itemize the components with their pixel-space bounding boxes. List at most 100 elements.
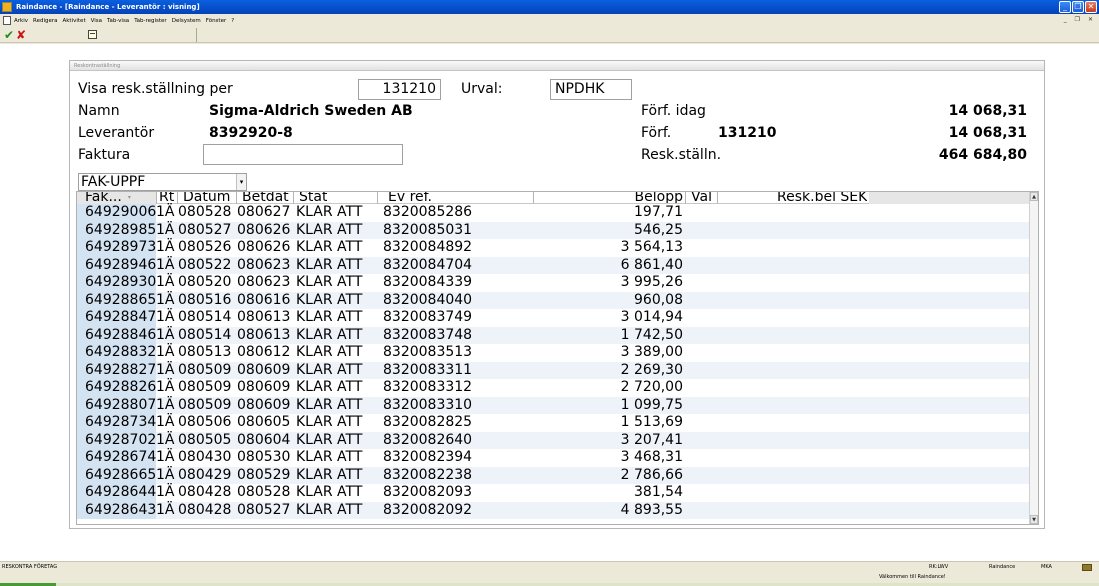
col-fak-label: Fak... <box>85 191 122 203</box>
table-row[interactable]: 64928643 1Ä 080428 080527 KLAR ATT 8320082092… <box>77 501 1031 519</box>
table-row[interactable]: 64928946 1Ä 080522 080623 KLAR ATT 8320084704… <box>77 256 1031 274</box>
header-sep <box>685 192 686 204</box>
cell-fak: 64928665 <box>77 466 156 484</box>
status-user: MKA <box>1041 564 1052 570</box>
cell-rt: 1Ä <box>156 396 175 413</box>
cell-datum: 080505 <box>178 431 232 448</box>
cell-belopp: 3 014,94 <box>620 309 683 325</box>
table-row[interactable]: 64928734 1Ä 080506 080605 KLAR ATT 8320082825… <box>77 414 1031 432</box>
cell-belopp: 2 786,66 <box>620 466 683 483</box>
view-select[interactable]: FAK-UPPF ▾ <box>78 173 247 191</box>
minimize-icon[interactable]: _ <box>1059 1 1071 13</box>
faktura-input[interactable] <box>203 144 403 165</box>
close-icon[interactable]: ✕ <box>1085 1 1097 13</box>
menu-help[interactable]: ? <box>231 18 234 24</box>
cell-ev-ref: 8320083513 <box>383 344 473 360</box>
table-row[interactable]: 64928665 1Ä 080429 080529 KLAR ATT 8320082238… <box>77 466 1031 484</box>
document-icon[interactable] <box>3 16 11 25</box>
cell-stat: KLAR ATT <box>296 466 363 483</box>
status-welcome: Välkommen till Raindance! <box>879 574 946 580</box>
table-row[interactable]: 64928865 1Ä 080516 080616 KLAR ATT 8320084040… <box>77 291 1031 309</box>
cell-ev-ref: 8320085286 <box>383 204 473 220</box>
cell-belopp: 3 389,00 <box>620 344 683 360</box>
cell-stat: KLAR ATT <box>296 501 363 518</box>
scroll-down-icon[interactable]: ▼ <box>1030 515 1038 524</box>
cell-ev-ref: 8320085031 <box>383 221 473 238</box>
namn-value: Sigma-Aldrich Sweden AB <box>209 103 413 119</box>
col-stat[interactable]: Stat <box>299 192 327 203</box>
cell-fak: 64928702 <box>77 431 156 449</box>
cell-datum: 080513 <box>178 344 232 360</box>
restore-icon[interactable]: ❐ <box>1072 1 1084 13</box>
col-ev-ref[interactable]: Ev ref. <box>388 192 432 203</box>
cell-rt: 1Ä <box>156 221 175 238</box>
grid-header: Fak... ▾ Rt Datum Betdat Stat Ev ref. Bel… <box>77 192 1031 204</box>
cell-betdat: 080609 <box>237 361 291 378</box>
table-row[interactable]: 64928807 1Ä 080509 080609 KLAR ATT 8320083310… <box>77 396 1031 414</box>
cell-betdat: 080612 <box>237 344 291 360</box>
col-fak[interactable]: Fak... ▾ <box>85 191 131 203</box>
cell-fak: 64928930 <box>77 274 156 292</box>
cell-rt: 1Ä <box>156 361 175 378</box>
table-row[interactable]: 64929006 1Ä 080528 080627 KLAR ATT 8320085286… <box>77 204 1031 222</box>
menu-redigera[interactable]: Redigera <box>33 18 57 24</box>
invoice-grid: Fak... ▾ Rt Datum Betdat Stat Ev ref. Bel… <box>76 191 1039 525</box>
cell-ev-ref: 8320083310 <box>383 396 473 413</box>
menu-aktivitet[interactable]: Aktivitet <box>62 18 85 24</box>
visa-date-input[interactable]: 131210 <box>358 79 441 100</box>
urval-input[interactable]: NPDHK <box>550 79 632 100</box>
mdi-controls[interactable]: _ ❐ ✕ <box>1064 16 1096 23</box>
col-betdat[interactable]: Betdat <box>242 192 289 203</box>
table-row[interactable]: 64928827 1Ä 080509 080609 KLAR ATT 8320083311… <box>77 361 1031 379</box>
vertical-scrollbar[interactable]: ▲ ▼ <box>1029 192 1038 524</box>
cell-fak: 64928865 <box>77 291 156 309</box>
cell-fak: 64928643 <box>77 501 156 519</box>
table-row[interactable]: 64928674 1Ä 080430 080530 KLAR ATT 8320082394… <box>77 449 1031 467</box>
table-row[interactable]: 64928846 1Ä 080514 080613 KLAR ATT 8320083748… <box>77 326 1031 344</box>
cell-fak: 64929006 <box>77 204 156 222</box>
cell-datum: 080509 <box>178 396 232 413</box>
cell-rt: 1Ä <box>156 256 175 273</box>
cell-ev-ref: 8320082093 <box>383 484 473 500</box>
window-controls: _ ❐ ✕ <box>1059 1 1097 13</box>
cell-stat: KLAR ATT <box>296 291 363 308</box>
table-row[interactable]: 64928847 1Ä 080514 080613 KLAR ATT 8320083749… <box>77 309 1031 327</box>
table-row[interactable]: 64928973 1Ä 080526 080626 KLAR ATT 8320084892… <box>77 239 1031 257</box>
cell-ev-ref: 8320082640 <box>383 431 473 448</box>
table-row[interactable]: 64928826 1Ä 080509 080609 KLAR ATT 8320083312… <box>77 379 1031 397</box>
cell-datum: 080520 <box>178 274 232 290</box>
col-datum[interactable]: Datum <box>183 192 230 203</box>
cell-ev-ref: 8320082825 <box>383 414 473 430</box>
table-row[interactable]: 64928644 1Ä 080428 080528 KLAR ATT 8320082093… <box>77 484 1031 502</box>
cell-betdat: 080623 <box>237 256 291 273</box>
grid-rows: 64929006 1Ä 080528 080627 KLAR ATT 8320085286… <box>77 204 1031 519</box>
col-resk-bel[interactable]: Resk.bel SEK <box>777 192 867 203</box>
col-rt[interactable]: Rt <box>159 192 174 203</box>
status-rk: RK:LWV <box>929 564 949 570</box>
table-row[interactable]: 64928930 1Ä 080520 080623 KLAR ATT 8320084339… <box>77 274 1031 292</box>
menu-tab-register[interactable]: Tab-register <box>134 18 167 24</box>
table-row[interactable]: 64928832 1Ä 080513 080612 KLAR ATT 8320083513… <box>77 344 1031 362</box>
cell-stat: KLAR ATT <box>296 309 363 325</box>
cell-datum: 080528 <box>178 204 232 220</box>
table-row[interactable]: 64928985 1Ä 080527 080626 KLAR ATT 8320085031… <box>77 221 1031 239</box>
col-val[interactable]: Val <box>691 192 712 203</box>
form-view-icon[interactable] <box>88 30 97 39</box>
menu-tab-visa[interactable]: Tab-visa <box>107 18 129 24</box>
cancel-cross-icon[interactable]: ✘ <box>16 27 26 43</box>
cell-belopp: 2 720,00 <box>620 379 683 395</box>
cell-datum: 080429 <box>178 466 232 483</box>
menu-fonster[interactable]: Fönster <box>206 18 227 24</box>
cell-betdat: 080530 <box>237 449 291 465</box>
chevron-down-icon[interactable]: ▾ <box>236 174 246 190</box>
cell-belopp: 4 893,55 <box>620 501 683 518</box>
menu-arkiv[interactable]: Arkiv <box>14 18 28 24</box>
col-belopp[interactable]: Belopp <box>617 192 683 203</box>
confirm-check-icon[interactable]: ✔ <box>4 27 14 43</box>
menu-delsystem[interactable]: Delsystem <box>172 18 201 24</box>
menu-visa[interactable]: Visa <box>91 18 102 24</box>
cell-betdat: 080527 <box>237 501 291 518</box>
table-row[interactable]: 64928702 1Ä 080505 080604 KLAR ATT 8320082640… <box>77 431 1031 449</box>
header-sep <box>293 192 294 204</box>
scroll-up-icon[interactable]: ▲ <box>1030 192 1038 201</box>
